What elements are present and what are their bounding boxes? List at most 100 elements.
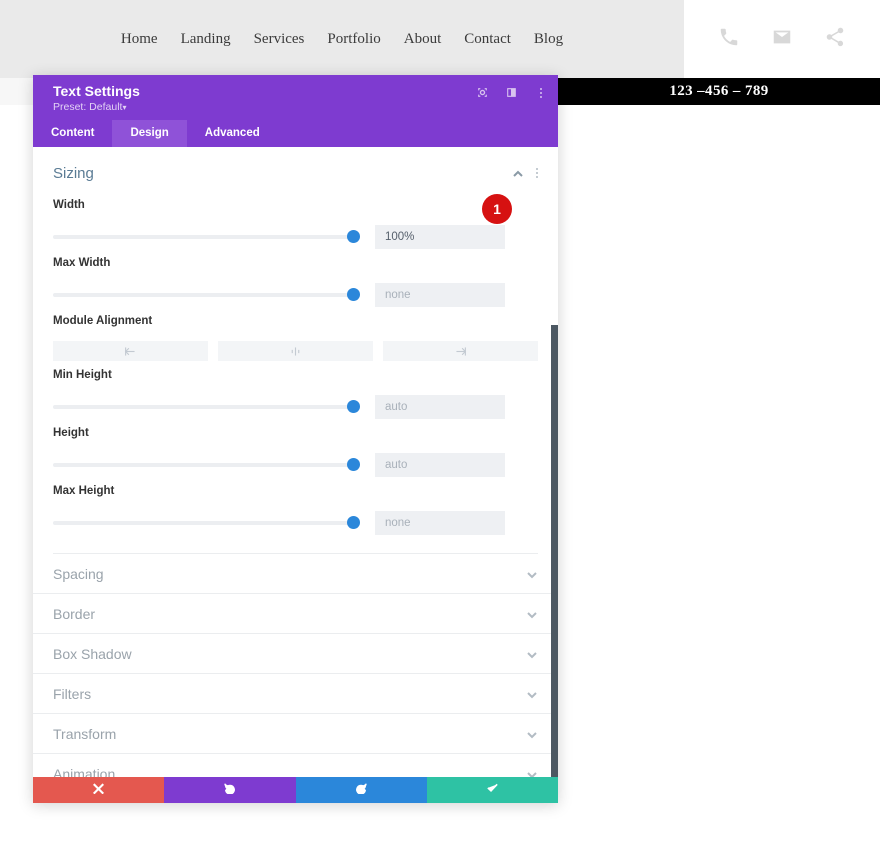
max-width-slider[interactable] (53, 288, 360, 302)
field-min-height: Min Height auto (53, 363, 538, 421)
nav-link-about[interactable]: About (404, 31, 442, 48)
sizing-section: Sizing Width 100% Max Width none Module … (33, 147, 558, 554)
width-slider[interactable] (53, 230, 360, 244)
nav-link-blog[interactable]: Blog (534, 31, 563, 48)
align-left-icon[interactable] (53, 341, 208, 361)
share-icon[interactable] (824, 26, 846, 53)
field-max-width-label: Max Width (53, 257, 111, 269)
section-row-transform[interactable]: Transform (33, 714, 558, 754)
nav-link-home[interactable]: Home (121, 31, 158, 48)
modal-preset-label: Preset: Default (53, 101, 123, 113)
modal-scrollbar[interactable] (551, 325, 558, 777)
max-height-slider-track (53, 521, 353, 525)
nav-link-portfolio[interactable]: Portfolio (327, 31, 380, 48)
height-slider-knob[interactable] (347, 458, 360, 471)
section-row-filters-label: Filters (53, 685, 92, 702)
chevron-down-icon[interactable] (526, 568, 538, 580)
undo-icon (224, 781, 236, 799)
modal-body: Sizing Width 100% Max Width none Module … (33, 147, 558, 777)
chevron-up-icon[interactable] (512, 167, 524, 179)
field-module-alignment: Module Alignment (53, 309, 538, 363)
more-options-icon[interactable] (533, 85, 548, 100)
nav-link-contact[interactable]: Contact (464, 31, 511, 48)
modal-title: Text Settings (53, 83, 140, 99)
tab-advanced[interactable]: Advanced (187, 120, 278, 147)
annotation-badge-1: 1 (482, 194, 512, 224)
field-width: Width 100% (53, 193, 538, 251)
module-alignment-buttons (53, 341, 538, 361)
chevron-down-icon[interactable] (526, 768, 538, 777)
field-module-alignment-label: Module Alignment (53, 315, 153, 327)
section-row-spacing[interactable]: Spacing (33, 554, 558, 594)
min-height-value-input[interactable]: auto (375, 395, 505, 419)
field-max-height: Max Height none (53, 479, 538, 537)
min-height-slider-track (53, 405, 353, 409)
max-width-slider-knob[interactable] (347, 288, 360, 301)
max-height-slider[interactable] (53, 516, 360, 530)
nav-link-landing[interactable]: Landing (181, 31, 231, 48)
redo-button[interactable] (295, 777, 427, 803)
max-width-value-input[interactable]: none (375, 283, 505, 307)
min-height-slider[interactable] (53, 400, 360, 414)
chevron-down-icon[interactable] (526, 608, 538, 620)
page-root: Home Landing Services Portfolio About Co… (0, 0, 880, 845)
check-icon (486, 781, 499, 799)
max-height-slider-knob[interactable] (347, 516, 360, 529)
sizing-section-title: Sizing (53, 164, 94, 182)
field-max-width: Max Width none (53, 251, 538, 309)
text-settings-modal: Text Settings Preset: Default▾ Content D… (33, 75, 558, 803)
sizing-section-tools (512, 167, 538, 179)
field-min-height-label: Min Height (53, 369, 112, 381)
more-options-icon[interactable] (536, 168, 538, 178)
nav-link-services[interactable]: Services (254, 31, 305, 48)
target-icon[interactable] (475, 85, 490, 100)
chevron-down-icon[interactable] (526, 648, 538, 660)
align-right-icon[interactable] (383, 341, 538, 361)
site-phone-bar: 123 –456 – 789 (558, 78, 880, 105)
modal-header: Text Settings Preset: Default▾ (33, 75, 558, 120)
section-row-border[interactable]: Border (33, 594, 558, 634)
section-row-animation-label: Animation (53, 765, 116, 778)
save-button[interactable] (426, 777, 558, 803)
section-row-animation[interactable]: Animation (33, 754, 558, 777)
height-slider[interactable] (53, 458, 360, 472)
undo-button[interactable] (164, 777, 296, 803)
max-height-value-input[interactable]: none (375, 511, 505, 535)
phone-icon[interactable] (718, 26, 740, 53)
tab-design[interactable]: Design (112, 120, 187, 147)
cancel-button[interactable] (33, 777, 165, 803)
responsive-view-icon[interactable] (504, 85, 519, 100)
close-icon (93, 781, 105, 799)
section-row-filters[interactable]: Filters (33, 674, 558, 714)
section-row-box-shadow-label: Box Shadow (53, 645, 132, 662)
site-navbar: Home Landing Services Portfolio About Co… (0, 0, 684, 78)
height-value-input[interactable]: auto (375, 453, 505, 477)
chevron-down-icon[interactable] (526, 728, 538, 740)
section-row-transform-label: Transform (53, 725, 117, 742)
envelope-icon[interactable] (771, 26, 793, 53)
width-value-input[interactable]: 100% (375, 225, 505, 249)
sizing-section-header[interactable]: Sizing (53, 147, 538, 193)
site-nav-links: Home Landing Services Portfolio About Co… (0, 0, 684, 78)
modal-tabs: Content Design Advanced (33, 120, 558, 147)
field-width-label: Width (53, 199, 85, 211)
width-slider-track (53, 235, 353, 239)
modal-header-actions (475, 85, 548, 100)
height-slider-track (53, 463, 353, 467)
section-row-border-label: Border (53, 605, 96, 622)
chevron-down-icon: ▾ (122, 103, 127, 112)
section-row-box-shadow[interactable]: Box Shadow (33, 634, 558, 674)
min-height-slider-knob[interactable] (347, 400, 360, 413)
align-center-icon[interactable] (218, 341, 373, 361)
field-height-label: Height (53, 427, 89, 439)
field-height: Height auto (53, 421, 538, 479)
width-slider-knob[interactable] (347, 230, 360, 243)
site-header-icons (684, 0, 880, 78)
chevron-down-icon[interactable] (526, 688, 538, 700)
redo-icon (355, 781, 367, 799)
tab-content[interactable]: Content (33, 120, 112, 147)
modal-preset-selector[interactable]: Preset: Default▾ (53, 100, 544, 115)
phone-number-text: 123 –456 – 789 (669, 83, 769, 99)
max-width-slider-track (53, 293, 353, 297)
modal-footer (33, 777, 558, 803)
